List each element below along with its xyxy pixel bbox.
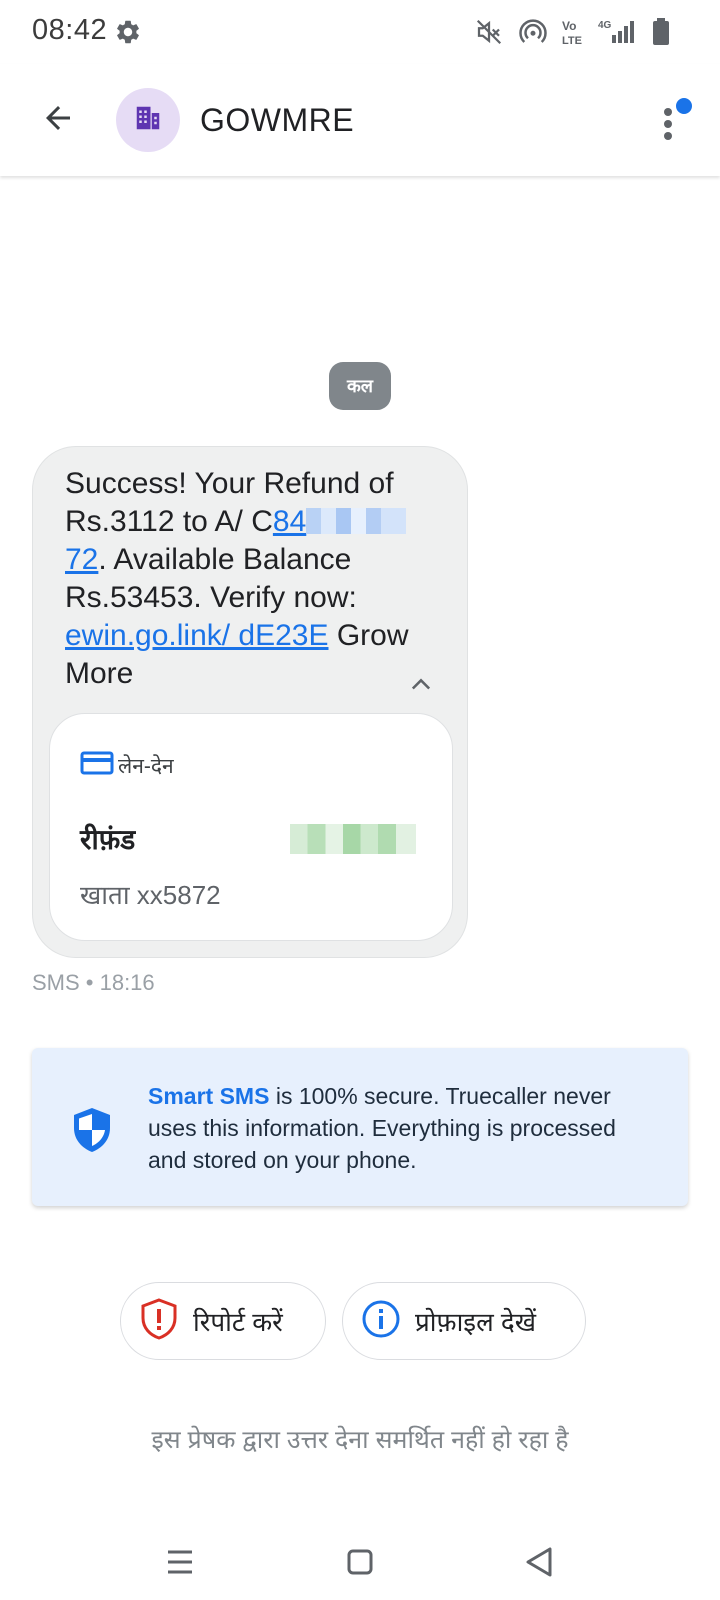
more-vert-dot [664, 132, 672, 140]
back-nav-icon[interactable] [520, 1542, 560, 1582]
volte-icon: Vo LTE [562, 17, 584, 47]
message-text-part2: . Available Balance Rs.53453. Verify now… [65, 543, 357, 614]
redacted-account-digits [306, 508, 407, 534]
mute-icon [474, 17, 504, 47]
settings-gear-icon [114, 18, 142, 46]
account-link-end: 72 [65, 543, 99, 576]
date-chip: कल [329, 362, 391, 410]
info-icon [361, 1299, 401, 1344]
more-vert-icon [664, 108, 672, 116]
more-options-button[interactable] [656, 94, 696, 150]
card-account: खाता xx5872 [80, 880, 221, 910]
shield-icon [70, 1106, 114, 1154]
transaction-card[interactable]: लेन-देन रीफ़ंड खाता xx5872 [49, 713, 453, 941]
navigation-bar [0, 1528, 720, 1600]
report-shield-icon [139, 1297, 179, 1346]
svg-text:LTE: LTE [562, 35, 582, 47]
app-bar: GOWMRE [0, 64, 720, 176]
info-text: Smart SMS is 100% secure. Truecaller nev… [148, 1080, 658, 1176]
arrow-left-icon [40, 100, 76, 141]
message-text: Success! Your Refund of Rs.3112 to A/ C8… [65, 465, 425, 693]
message-meta: SMS • 18:16 [32, 970, 155, 995]
chevron-up-icon[interactable] [407, 671, 435, 699]
account-link-start: 84 [272, 505, 307, 538]
svg-text:Vo: Vo [562, 19, 576, 33]
status-bar: 08:42 Vo LTE 4G [0, 0, 720, 64]
card-category-label: लेन-देन [118, 754, 174, 778]
sender-name: GOWMRE [200, 102, 355, 138]
signal-4g-icon: 4G [598, 17, 638, 47]
report-button-label: रिपोर्ट करें [193, 1307, 283, 1337]
view-profile-button[interactable]: प्रोफ़ाइल देखें [342, 1282, 586, 1360]
svg-text:4G: 4G [598, 20, 612, 31]
smart-sms-info-box: Smart SMS is 100% secure. Truecaller nev… [32, 1048, 688, 1206]
credit-card-icon [80, 750, 114, 781]
more-vert-dot [664, 120, 672, 128]
view-profile-label: प्रोफ़ाइल देखें [415, 1307, 536, 1337]
card-category: लेन-देन [80, 750, 174, 781]
notification-badge [674, 96, 694, 116]
status-time: 08:42 [32, 14, 108, 46]
recent-apps-icon[interactable] [160, 1542, 200, 1582]
info-highlight: Smart SMS [148, 1083, 270, 1109]
back-button[interactable] [30, 92, 86, 148]
message-bubble[interactable]: Success! Your Refund of Rs.3112 to A/ C8… [32, 446, 468, 958]
verify-url-link[interactable]: ewin.go.link/ dE23E [65, 619, 329, 652]
home-icon[interactable] [340, 1542, 380, 1582]
battery-icon [652, 17, 670, 47]
avatar[interactable] [116, 88, 180, 152]
reply-not-supported-note: इस प्रेषक द्वारा उत्तर देना समर्थित नहीं… [151, 1426, 569, 1454]
report-button[interactable]: रिपोर्ट करें [120, 1282, 326, 1360]
business-building-icon [133, 103, 163, 138]
card-title: रीफ़ंड [80, 824, 136, 855]
hotspot-icon [518, 17, 548, 47]
redacted-amount [290, 824, 416, 854]
status-icons: Vo LTE 4G [474, 16, 670, 48]
